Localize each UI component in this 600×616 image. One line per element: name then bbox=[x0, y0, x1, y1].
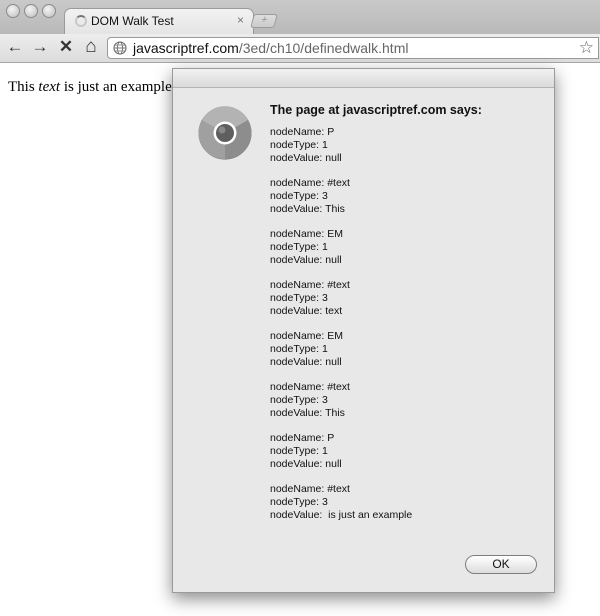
minimize-window-icon[interactable] bbox=[24, 4, 38, 18]
message-line: nodeType: 1 bbox=[270, 240, 328, 253]
home-button[interactable]: ⌂ bbox=[81, 37, 101, 57]
message-line bbox=[270, 470, 540, 483]
new-tab-button[interactable]: + bbox=[250, 14, 278, 28]
message-line: nodeName: #text bbox=[270, 177, 350, 189]
forward-button[interactable]: → bbox=[30, 37, 50, 57]
tab-dom-walk-test[interactable]: DOM Walk Test × bbox=[64, 8, 254, 35]
ok-button[interactable]: OK bbox=[465, 555, 537, 574]
message-line: nodeName: #text bbox=[270, 279, 350, 291]
dialog-title-bar bbox=[173, 69, 554, 88]
url-text: javascriptref.com/3ed/ch10/definedwalk.h… bbox=[133, 40, 408, 56]
example-paragraph: This text is just an example bbox=[8, 79, 172, 96]
tab-close-icon[interactable]: × bbox=[237, 13, 244, 27]
bookmark-star-icon[interactable]: ☆ bbox=[579, 38, 594, 58]
message-line: nodeType: 1 bbox=[270, 444, 328, 457]
paragraph-text-start: This bbox=[8, 79, 39, 95]
alert-dialog: The page at javascriptref.com says: node… bbox=[172, 68, 555, 593]
stop-button[interactable]: ✕ bbox=[56, 37, 76, 57]
message-line bbox=[270, 215, 540, 228]
message-line bbox=[270, 164, 540, 177]
message-line: nodeValue: null bbox=[270, 151, 342, 164]
message-line: nodeValue: null bbox=[270, 355, 342, 368]
message-line: nodeValue: This bbox=[270, 202, 345, 215]
message-line: nodeValue: text bbox=[270, 304, 343, 317]
message-line bbox=[270, 419, 540, 432]
message-line: nodeName: EM bbox=[270, 330, 343, 342]
tab-strip: DOM Walk Test × + bbox=[0, 0, 600, 35]
dialog-message: nodeName: PnodeType: 1 nodeValue: null nod… bbox=[270, 126, 540, 521]
message-line: nodeType: 1 bbox=[270, 138, 328, 151]
message-line: nodeName: P bbox=[270, 126, 335, 138]
message-line: nodeType: 3 bbox=[270, 189, 328, 202]
chrome-logo-icon bbox=[198, 106, 252, 160]
message-line: nodeValue: null bbox=[270, 457, 342, 470]
message-line: nodeValue: null bbox=[270, 253, 342, 266]
emphasized-text: text bbox=[38, 79, 61, 95]
message-line: nodeValue: This bbox=[270, 406, 345, 419]
message-line: nodeType: 3 bbox=[270, 393, 328, 406]
browser-toolbar: ← → ✕ ⌂ javascriptref.com/3ed/ch10/defin… bbox=[0, 34, 600, 63]
browser-window: DOM Walk Test × + ← → ✕ ⌂ javascriptref.… bbox=[0, 0, 600, 616]
zoom-window-icon[interactable] bbox=[42, 4, 56, 18]
url-domain: javascriptref.com bbox=[133, 40, 239, 56]
message-line: nodeType: 3 bbox=[270, 291, 328, 304]
close-window-icon[interactable] bbox=[6, 4, 20, 18]
message-line: nodeName: #text bbox=[270, 483, 350, 495]
paragraph-text-end: is just an example bbox=[60, 79, 172, 95]
tab-title: DOM Walk Test bbox=[91, 14, 174, 28]
message-line bbox=[270, 317, 540, 330]
message-line: nodeType: 3 bbox=[270, 495, 328, 508]
dialog-heading: The page at javascriptref.com says: bbox=[270, 103, 482, 117]
loading-spinner-icon bbox=[75, 15, 87, 27]
message-line: nodeName: EM bbox=[270, 228, 343, 240]
address-bar[interactable]: javascriptref.com/3ed/ch10/definedwalk.h… bbox=[107, 37, 599, 59]
message-line bbox=[270, 266, 540, 279]
message-line: nodeType: 1 bbox=[270, 342, 328, 355]
globe-icon bbox=[113, 41, 127, 55]
message-line bbox=[270, 368, 540, 381]
message-line: nodeName: P bbox=[270, 432, 335, 444]
message-line: nodeValue: is just an example bbox=[270, 508, 413, 521]
url-path: /3ed/ch10/definedwalk.html bbox=[238, 40, 409, 56]
message-line: nodeName: #text bbox=[270, 381, 350, 393]
back-button[interactable]: ← bbox=[5, 37, 25, 57]
